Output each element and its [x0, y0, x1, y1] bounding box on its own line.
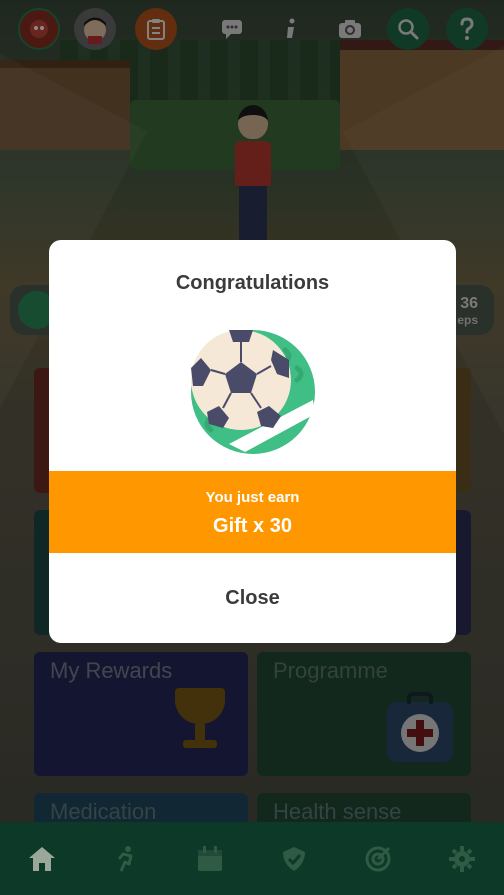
activity-icon[interactable] [105, 838, 147, 880]
shield-check-icon[interactable] [273, 838, 315, 880]
home-icon[interactable] [21, 838, 63, 880]
congratulations-dialog: Congratulations You just earn Gift x 30 [49, 240, 456, 643]
reward-banner: You just earn Gift x 30 [49, 471, 456, 553]
goal-icon[interactable] [357, 838, 399, 880]
earn-text: You just earn [205, 489, 300, 506]
soccer-ball-icon [189, 328, 317, 456]
dialog-title: Congratulations [175, 272, 330, 294]
close-button[interactable]: Close [49, 553, 456, 643]
bottom-tab-bar [0, 822, 504, 895]
settings-gear-icon[interactable] [441, 838, 483, 880]
calendar-icon[interactable] [189, 838, 231, 880]
gift-amount: Gift x 30 [213, 515, 292, 537]
